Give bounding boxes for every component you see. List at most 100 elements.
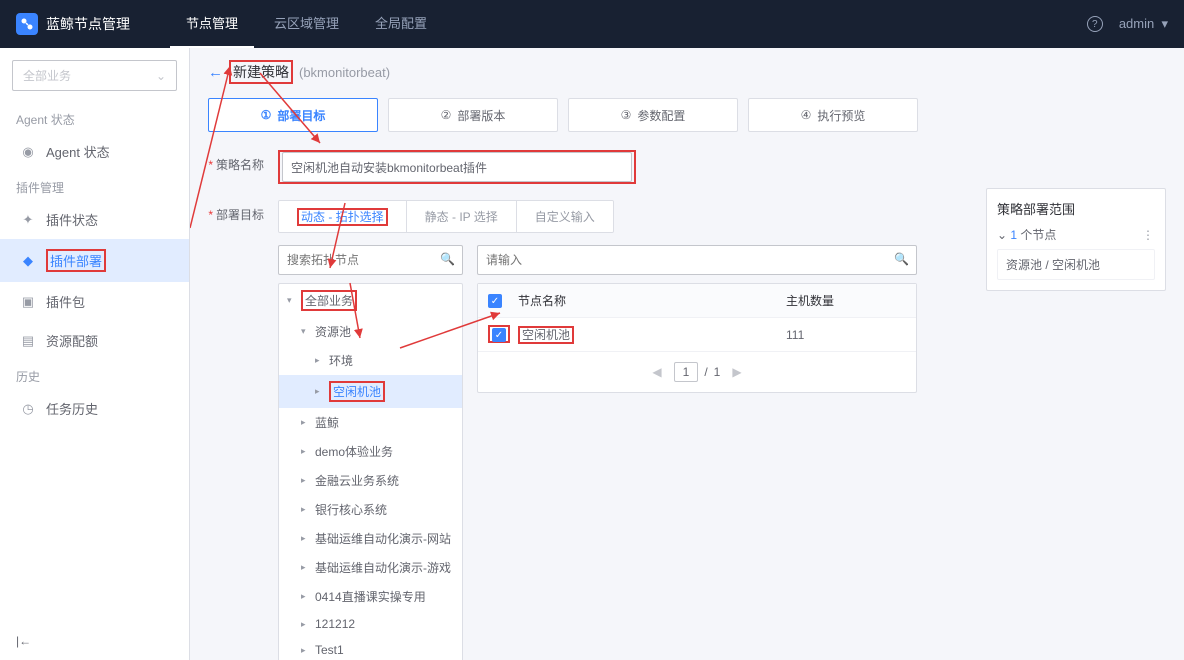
- tree-node[interactable]: ▸基础运维自动化演示-网站: [279, 524, 462, 553]
- topo-tree-panel: 🔍 ▾全部业务▾资源池▸环境▸空闲机池▸蓝鲸▸demo体验业务▸金融云业务系统▸…: [278, 245, 463, 660]
- deploy-icon: ◆: [20, 253, 36, 269]
- label-policy-name: 策略名称: [208, 150, 278, 173]
- node-list-panel: 🔍 ✓ 节点名称 主机数量 ✓ 空闲机池 111: [477, 245, 917, 660]
- checkbox-all[interactable]: ✓: [488, 294, 502, 308]
- caret-icon: ▾: [287, 295, 297, 306]
- col-node-name: 节点名称: [518, 292, 786, 309]
- back-arrow-icon[interactable]: ←: [208, 64, 223, 81]
- app-header: 蓝鲸节点管理 节点管理 云区域管理 全局配置 ? admin ▾: [0, 0, 1184, 48]
- tab-static-ip[interactable]: 静态 - IP 选择: [407, 201, 517, 232]
- scope-card: 策略部署范围 ⌄ 1 个节点 ⋮ 资源池 / 空闲机池: [986, 188, 1166, 291]
- pager-prev[interactable]: ◀: [646, 363, 667, 381]
- business-select[interactable]: 全部业务 ⌄: [12, 60, 177, 91]
- cell-node-name: 空闲机池: [518, 326, 574, 344]
- tree-node[interactable]: ▸121212: [279, 611, 462, 637]
- caret-icon: ▸: [301, 417, 311, 428]
- caret-icon: ▸: [301, 475, 311, 486]
- search-icon: 🔍: [894, 252, 909, 266]
- checkbox-row[interactable]: ✓: [492, 328, 506, 342]
- sidebar-item-resource-quota[interactable]: ▤ 资源配额: [0, 321, 189, 360]
- business-select-placeholder: 全部业务: [23, 67, 71, 84]
- help-icon[interactable]: ?: [1087, 16, 1103, 32]
- step-param-config[interactable]: ③参数配置: [568, 98, 738, 132]
- row-policy-name: 策略名称: [208, 150, 1166, 184]
- caret-icon: ▸: [301, 645, 311, 656]
- puzzle-icon: ✦: [20, 212, 36, 228]
- pagination: ◀ 1 / 1 ▶: [478, 352, 916, 392]
- top-nav: 节点管理 云区域管理 全局配置: [170, 0, 443, 48]
- caret-icon: ▸: [315, 386, 325, 397]
- sidebar-item-plugin-status[interactable]: ✦ 插件状态: [0, 200, 189, 239]
- pager-total: 1: [714, 365, 721, 379]
- tree-node[interactable]: ▸Test1: [279, 637, 462, 660]
- tree-node[interactable]: ▸基础运维自动化演示-游戏: [279, 553, 462, 582]
- tab-custom-input[interactable]: 自定义输入: [517, 201, 613, 232]
- sidebar-item-task-history[interactable]: ◷ 任务历史: [0, 389, 189, 428]
- caret-icon: ▾: [301, 326, 311, 337]
- tree-node[interactable]: ▸环境: [279, 346, 462, 375]
- col-host-count: 主机数量: [786, 292, 906, 309]
- breadcrumb: ← 新建策略 (bkmonitorbeat): [208, 60, 1166, 84]
- group-history: 历史: [0, 360, 189, 389]
- table-row[interactable]: ✓ 空闲机池 111: [478, 318, 916, 352]
- caret-icon: ▸: [301, 562, 311, 573]
- caret-icon: ▸: [301, 591, 311, 602]
- search-icon: 🔍: [440, 252, 455, 266]
- step-nav: ①部署目标 ②部署版本 ③参数配置 ④执行预览: [208, 98, 1166, 132]
- tree-node[interactable]: ▸demo体验业务: [279, 437, 462, 466]
- caret-icon: ▸: [301, 619, 311, 630]
- topo-tree: ▾全部业务▾资源池▸环境▸空闲机池▸蓝鲸▸demo体验业务▸金融云业务系统▸银行…: [278, 283, 463, 660]
- target-tabs: 动态 - 拓扑选择 静态 - IP 选择 自定义输入: [278, 200, 614, 233]
- scope-item: 资源池 / 空闲机池: [997, 249, 1155, 280]
- dot-circle-icon: ◉: [20, 144, 36, 160]
- caret-icon: ▸: [301, 504, 311, 515]
- chevron-down-icon: ⌄: [156, 69, 166, 83]
- logo-icon: [16, 13, 38, 35]
- step-preview[interactable]: ④执行预览: [748, 98, 918, 132]
- nav-global-config[interactable]: 全局配置: [359, 0, 443, 48]
- app-logo: 蓝鲸节点管理: [16, 13, 130, 35]
- tree-search-input[interactable]: [278, 245, 463, 275]
- clock-icon: ◷: [20, 401, 36, 417]
- app-title: 蓝鲸节点管理: [46, 14, 130, 34]
- tree-node[interactable]: ▾资源池: [279, 317, 462, 346]
- tree-node[interactable]: ▸0414直播课实操专用: [279, 582, 462, 611]
- page-subtitle: (bkmonitorbeat): [299, 65, 390, 80]
- step-deploy-version[interactable]: ②部署版本: [388, 98, 558, 132]
- policy-name-input[interactable]: [282, 152, 632, 182]
- group-plugin: 插件管理: [0, 171, 189, 200]
- sidebar-item-plugin-package[interactable]: ▣ 插件包: [0, 282, 189, 321]
- step-deploy-target[interactable]: ①部署目标: [208, 98, 378, 132]
- pager-current: 1: [674, 362, 699, 382]
- page-title: 新建策略: [229, 60, 293, 84]
- tree-node[interactable]: ▸金融云业务系统: [279, 466, 462, 495]
- scope-title: 策略部署范围: [997, 199, 1155, 218]
- scope-summary: ⌄ 1 个节点: [997, 226, 1056, 243]
- sidebar-item-agent-status[interactable]: ◉ Agent 状态: [0, 132, 189, 171]
- package-icon: ▣: [20, 294, 36, 310]
- group-agent: Agent 状态: [0, 103, 189, 132]
- nav-node-mgmt[interactable]: 节点管理: [170, 0, 254, 48]
- tree-node[interactable]: ▸蓝鲸: [279, 408, 462, 437]
- caret-icon: ▸: [315, 355, 325, 366]
- caret-icon: ▸: [301, 533, 311, 544]
- pager-next[interactable]: ▶: [726, 363, 747, 381]
- table-header: ✓ 节点名称 主机数量: [478, 284, 916, 318]
- tree-node[interactable]: ▸空闲机池: [279, 375, 462, 408]
- quota-icon: ▤: [20, 333, 36, 349]
- sidebar-collapse-toggle[interactable]: |←: [0, 622, 189, 660]
- tree-node[interactable]: ▾全部业务: [279, 284, 462, 317]
- header-right: ? admin ▾: [1087, 16, 1168, 32]
- sidebar-item-plugin-deploy[interactable]: ◆ 插件部署: [0, 239, 189, 282]
- tab-dynamic-topo[interactable]: 动态 - 拓扑选择: [279, 201, 407, 232]
- nav-cloud-area[interactable]: 云区域管理: [258, 0, 355, 48]
- tree-node[interactable]: ▸银行核心系统: [279, 495, 462, 524]
- caret-icon: ▸: [301, 446, 311, 457]
- user-menu[interactable]: admin ▾: [1119, 16, 1168, 32]
- sidebar: 全部业务 ⌄ Agent 状态 ◉ Agent 状态 插件管理 ✦ 插件状态 ◆…: [0, 48, 190, 660]
- node-table: ✓ 节点名称 主机数量 ✓ 空闲机池 111 ◀ 1: [477, 283, 917, 393]
- more-icon[interactable]: ⋮: [1142, 228, 1155, 242]
- label-deploy-target: 部署目标: [208, 200, 278, 223]
- main-content: ← 新建策略 (bkmonitorbeat) ①部署目标 ②部署版本 ③参数配置…: [190, 48, 1184, 660]
- node-filter-input[interactable]: [477, 245, 917, 275]
